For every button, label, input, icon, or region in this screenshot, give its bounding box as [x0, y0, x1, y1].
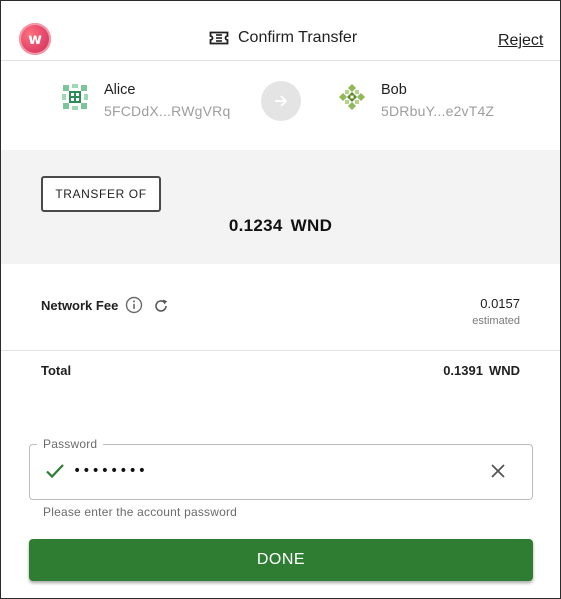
ticket-icon: [209, 31, 229, 45]
bob-identicon-icon: [338, 83, 366, 111]
refresh-icon[interactable]: [153, 298, 169, 314]
dialog-header: w Confirm Transfer Reject: [1, 1, 560, 61]
check-icon: [46, 464, 64, 479]
dialog-title: Confirm Transfer: [238, 29, 358, 46]
transfer-amount-value: 0.1234: [228, 216, 283, 235]
total-label: Total: [41, 363, 72, 378]
transfer-amount-unit: WND: [290, 216, 333, 235]
app-logo: w: [19, 23, 51, 55]
alice-identicon-icon: [61, 83, 89, 111]
transfer-direction-arrow-icon: [261, 81, 301, 121]
done-button[interactable]: DONE: [29, 539, 533, 581]
total-amount-unit: WND: [488, 363, 520, 378]
password-helper-text: Please enter the account password: [43, 505, 238, 519]
from-account: Alice 5FCDdX...RWgVRq: [61, 81, 230, 120]
password-input[interactable]: [73, 459, 453, 483]
to-account-name: Bob: [381, 82, 407, 98]
total-amount-value: 0.1391: [443, 363, 483, 378]
transfer-dialog: w Confirm Transfer Reject Alice 5FCDdX..…: [0, 0, 561, 599]
transfer-amount: 0.1234 WND: [1, 216, 560, 236]
section-divider: [1, 350, 560, 351]
arrow-right-icon: [275, 95, 288, 107]
network-fee-estimated-note: estimated: [472, 315, 520, 327]
title-group: Confirm Transfer: [209, 28, 357, 48]
transfer-of-chip: TRANSFER OF: [41, 176, 161, 212]
network-fee-label: Network Fee: [41, 297, 119, 313]
app-logo-letter: w: [28, 30, 42, 48]
reject-link[interactable]: Reject: [498, 32, 543, 50]
to-account: Bob 5DRbuY...e2vT4Z: [338, 81, 494, 120]
clear-icon[interactable]: [489, 462, 507, 480]
from-account-address: 5FCDdX...RWgVRq: [104, 103, 231, 119]
password-field-label: Password: [37, 437, 104, 451]
total-amount: 0.1391 WND: [443, 363, 520, 378]
to-account-text: Bob 5DRbuY...e2vT4Z: [381, 81, 494, 120]
to-account-address: 5DRbuY...e2vT4Z: [381, 103, 495, 119]
network-fee-row: Network Fee: [41, 296, 169, 314]
from-account-text: Alice 5FCDdX...RWgVRq: [104, 81, 230, 120]
from-account-name: Alice: [104, 82, 136, 98]
info-icon[interactable]: [125, 296, 143, 314]
network-fee-value: 0.0157: [480, 296, 520, 311]
